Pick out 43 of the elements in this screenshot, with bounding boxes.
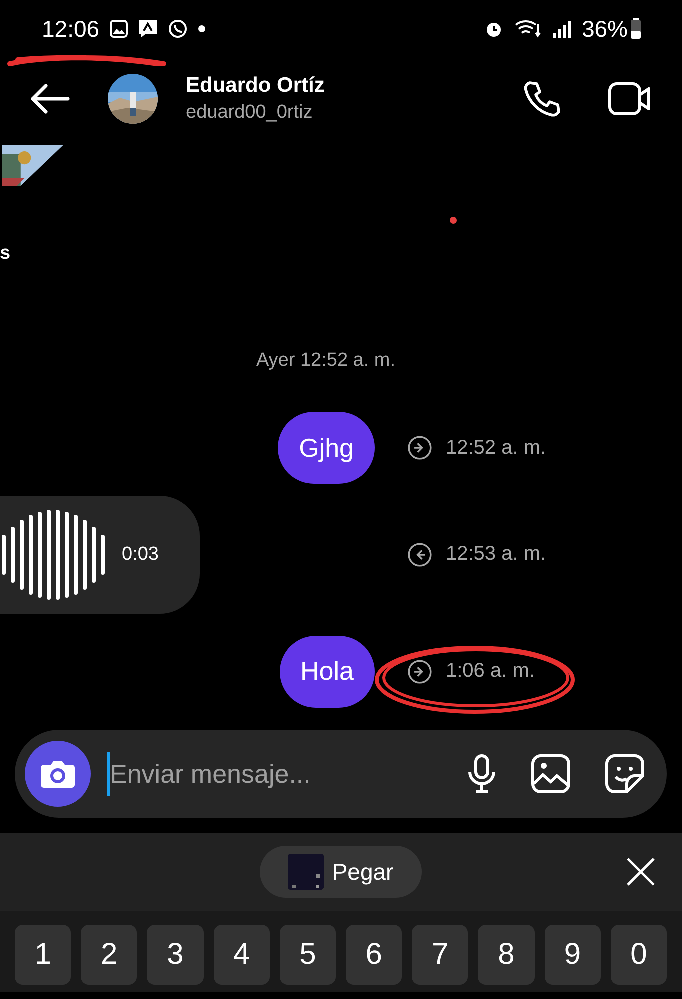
keyboard-key[interactable]: 6: [346, 925, 402, 985]
keyboard-key[interactable]: 1: [15, 925, 72, 985]
video-camera-icon[interactable]: [608, 81, 652, 117]
battery-percent: 36%: [582, 16, 628, 42]
camera-icon: [40, 759, 76, 789]
wifi-icon: [514, 18, 542, 40]
keyboard-key[interactable]: 4: [214, 925, 270, 985]
whatsapp-icon: [168, 19, 188, 39]
indicator-dot: [450, 217, 457, 224]
notification-icon: [138, 19, 158, 39]
keyboard-key[interactable]: 2: [81, 925, 138, 985]
phone-icon[interactable]: [522, 79, 562, 119]
paste-chip[interactable]: Pegar: [260, 846, 422, 898]
message-time: 12:53 a. m.: [446, 543, 546, 566]
gallery-icon: [110, 20, 128, 38]
message-input[interactable]: Enviar mensaje...: [107, 752, 467, 796]
cut-off-text: s: [0, 243, 12, 265]
message-bubble[interactable]: Hola: [280, 636, 375, 708]
voice-message[interactable]: 0:03: [0, 496, 200, 614]
message-field[interactable]: Enviar mensaje...: [15, 730, 667, 818]
message-time: 12:52 a. m.: [446, 436, 546, 460]
keyboard-key[interactable]: 3: [147, 925, 204, 985]
keyboard-key[interactable]: 7: [412, 925, 468, 985]
message-time: 1:06 a. m.: [446, 660, 535, 683]
keyboard-key[interactable]: 0: [610, 925, 668, 985]
keyboard-key[interactable]: 9: [544, 925, 601, 985]
voice-duration: 0:03: [122, 544, 159, 566]
microphone-icon[interactable]: [467, 754, 497, 794]
image-icon[interactable]: [531, 754, 571, 794]
close-icon[interactable]: [626, 857, 656, 887]
keyboard-key[interactable]: 5: [280, 925, 336, 985]
sticker-icon[interactable]: [605, 754, 645, 794]
contact-username: eduard00_0rtiz: [186, 102, 314, 124]
signal-icon: [552, 19, 572, 39]
battery-icon: [630, 18, 642, 40]
contact-name: Eduardo Ortíz: [186, 74, 325, 98]
clock: 12:06: [42, 16, 100, 42]
message-bubble[interactable]: Gjhg: [278, 412, 375, 484]
date-divider: Ayer 12:52 a. m.: [256, 350, 396, 372]
keyboard-key[interactable]: 8: [478, 925, 535, 985]
dot-icon: [198, 25, 206, 33]
camera-button[interactable]: [25, 741, 91, 807]
back-arrow-icon[interactable]: [30, 84, 70, 114]
